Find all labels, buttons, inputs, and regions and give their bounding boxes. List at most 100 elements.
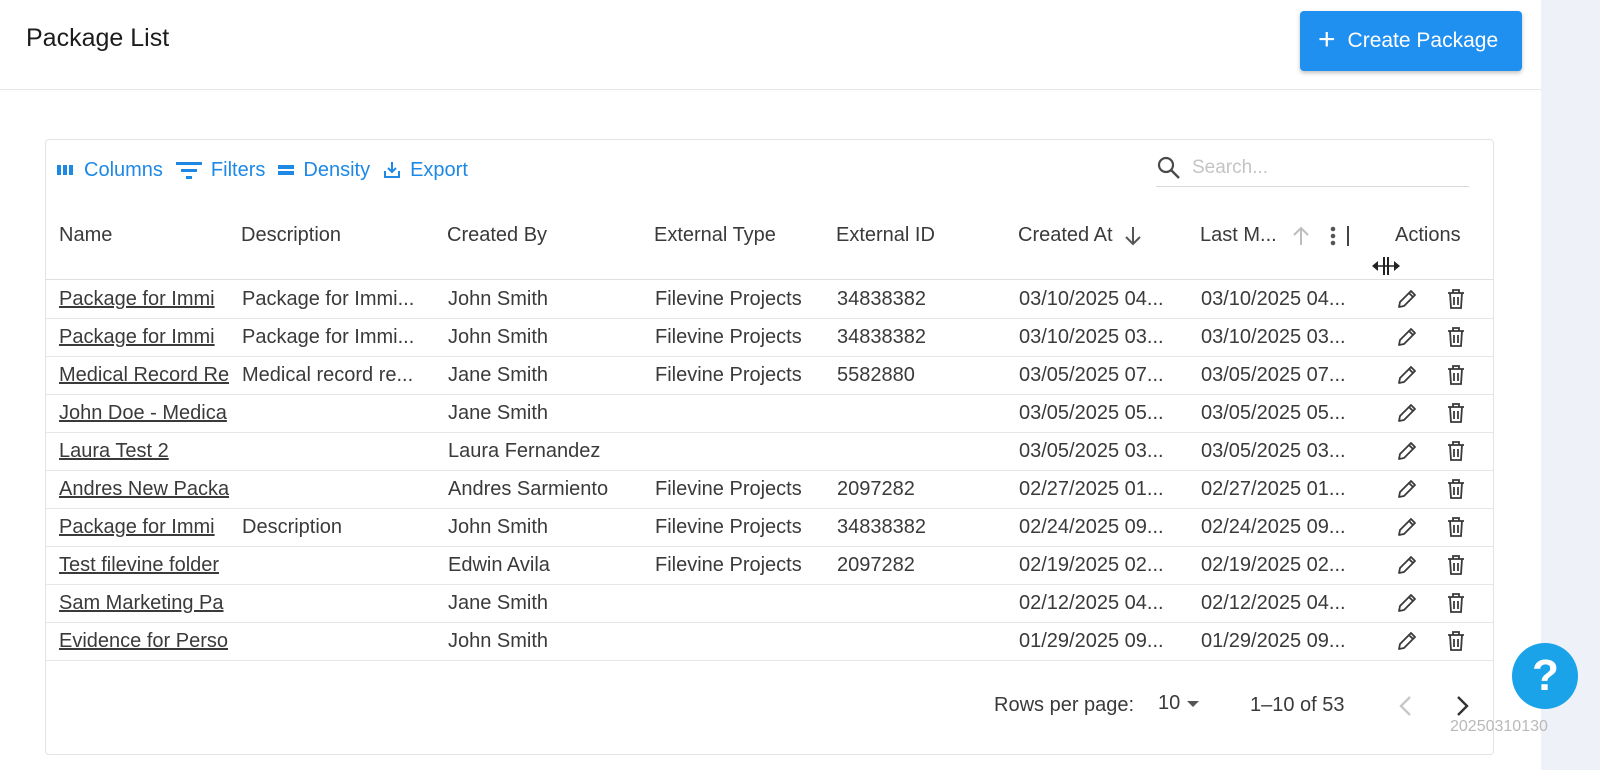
cell-last-modified: 03/05/2025 07... [1201, 364, 1346, 386]
cell-created-at: 03/10/2025 04... [1019, 288, 1164, 310]
cell-name[interactable]: Package for Immi [59, 288, 215, 311]
cell-created-at: 03/05/2025 07... [1019, 364, 1164, 386]
cell-last-modified: 02/24/2025 09... [1201, 516, 1346, 538]
edit-icon[interactable] [1395, 401, 1419, 425]
delete-icon[interactable] [1444, 325, 1468, 349]
table-row[interactable]: Andres New Packa Andres Sarmiento Filevine… [46, 470, 1493, 509]
edit-icon[interactable] [1395, 363, 1419, 387]
cell-created-at: 03/05/2025 03... [1019, 440, 1164, 462]
cell-name[interactable]: Sam Marketing Pa [59, 592, 224, 615]
edit-icon[interactable] [1395, 591, 1419, 615]
search-box[interactable] [1156, 150, 1469, 187]
help-button[interactable]: ? [1512, 643, 1578, 709]
table-row[interactable]: John Doe - Medica Jane Smith 03/05/2025 05… [46, 394, 1493, 433]
cell-name[interactable]: Package for Immi [59, 516, 215, 539]
package-data-grid: Columns Filters Density Export Name Desc… [45, 139, 1494, 755]
column-header-last-modified[interactable]: Last M... [1200, 224, 1349, 247]
previous-page-icon[interactable] [1395, 694, 1417, 718]
cell-external-type: Filevine Projects [655, 478, 802, 500]
export-button[interactable]: Export [382, 159, 468, 182]
delete-icon[interactable] [1444, 401, 1468, 425]
table-row[interactable]: Package for Immi Package for Immi... John … [46, 318, 1493, 357]
cell-created-at: 02/19/2025 02... [1019, 554, 1164, 576]
column-header-name[interactable]: Name [59, 224, 112, 247]
delete-icon[interactable] [1444, 515, 1468, 539]
sort-descending-icon[interactable] [1123, 225, 1143, 247]
cell-name[interactable]: Package for Immi [59, 326, 215, 349]
edit-icon[interactable] [1395, 287, 1419, 311]
density-label: Density [303, 158, 371, 181]
next-page-icon[interactable] [1451, 694, 1473, 718]
cell-last-modified: 02/27/2025 01... [1201, 478, 1346, 500]
pagination-range: 1–10 of 53 [1250, 694, 1345, 716]
table-row[interactable]: Package for Immi Package for Immi... John … [46, 280, 1493, 319]
cell-name[interactable]: Laura Test 2 [59, 440, 169, 463]
cell-created-at: 02/24/2025 09... [1019, 516, 1164, 538]
cell-name[interactable]: Test filevine folder [59, 554, 219, 577]
edit-icon[interactable] [1395, 629, 1419, 653]
cell-name[interactable]: Evidence for Perso [59, 630, 228, 653]
pagination-footer: Rows per page: 10 1–10 of 53 [46, 680, 1493, 730]
column-header-description[interactable]: Description [241, 224, 341, 247]
edit-icon[interactable] [1395, 477, 1419, 501]
table-row[interactable]: Sam Marketing Pa Jane Smith 02/12/2025 04.… [46, 584, 1493, 623]
created-at-label: Created At [1018, 224, 1113, 246]
column-header-external-id[interactable]: External ID [836, 224, 935, 247]
create-package-label: Create Package [1347, 29, 1499, 52]
rows-per-page-label: Rows per page: [994, 694, 1135, 716]
cell-external-id: 34838382 [837, 288, 926, 310]
delete-icon[interactable] [1444, 591, 1468, 615]
cell-description: Medical record re... [242, 364, 414, 386]
cell-created-by: John Smith [448, 630, 549, 652]
table-row[interactable]: Test filevine folder Edwin Avila Filevine … [46, 546, 1493, 585]
cell-external-id: 34838382 [837, 516, 926, 538]
delete-icon[interactable] [1444, 287, 1468, 311]
plus-icon: + [1318, 22, 1336, 56]
cell-created-by: Jane Smith [448, 364, 549, 386]
rows-per-page-select[interactable]: 10 [1158, 692, 1200, 715]
table-row[interactable]: Package for Immi Description John Smith Fil… [46, 508, 1493, 547]
search-input[interactable] [1190, 156, 1464, 180]
cell-name[interactable]: John Doe - Medica [59, 402, 227, 425]
export-label: Export [410, 158, 468, 181]
delete-icon[interactable] [1444, 553, 1468, 577]
table-row[interactable]: Laura Test 2 Laura Fernandez 03/05/2025 03… [46, 432, 1493, 471]
edit-icon[interactable] [1395, 325, 1419, 349]
delete-icon[interactable] [1444, 477, 1468, 501]
cell-created-at: 03/05/2025 05... [1019, 402, 1164, 424]
edit-icon[interactable] [1395, 439, 1419, 463]
caret-down-icon [1187, 700, 1200, 707]
cell-created-by: Jane Smith [448, 402, 549, 424]
table-row[interactable]: Medical Record Re Medical record re... Jan… [46, 356, 1493, 395]
cell-external-id: 2097282 [837, 554, 915, 576]
delete-icon[interactable] [1444, 439, 1468, 463]
filters-button[interactable]: Filters [175, 159, 265, 182]
cell-created-by: Edwin Avila [448, 554, 550, 576]
cell-last-modified: 02/12/2025 04... [1201, 592, 1346, 614]
cell-created-at: 01/29/2025 09... [1019, 630, 1164, 652]
grid-toolbar: Columns Filters Density Export [56, 156, 480, 184]
filter-icon [175, 162, 202, 179]
column-menu-icon[interactable] [1329, 225, 1337, 247]
edit-icon[interactable] [1395, 515, 1419, 539]
search-icon [1157, 156, 1180, 179]
delete-icon[interactable] [1444, 629, 1468, 653]
cell-external-id: 34838382 [837, 326, 926, 348]
table-row[interactable]: Evidence for Perso John Smith 01/29/2025 0… [46, 622, 1493, 661]
sort-ascending-icon[interactable] [1291, 225, 1311, 247]
column-header-created-by[interactable]: Created By [447, 224, 547, 247]
delete-icon[interactable] [1444, 363, 1468, 387]
rows-per-page-value: 10 [1158, 692, 1181, 714]
column-header-created-at[interactable]: Created At [1018, 224, 1143, 247]
cell-last-modified: 03/05/2025 05... [1201, 402, 1346, 424]
page-title: Package List [26, 24, 170, 52]
cell-name[interactable]: Medical Record Re [59, 364, 229, 387]
cell-name[interactable]: Andres New Packa [59, 478, 229, 501]
create-package-button[interactable]: + Create Package [1300, 11, 1522, 71]
density-button[interactable]: Density [277, 159, 370, 182]
column-header-external-type[interactable]: External Type [654, 224, 776, 247]
columns-button[interactable]: Columns [56, 159, 163, 182]
filters-label: Filters [210, 158, 266, 181]
column-separator[interactable] [1346, 225, 1349, 246]
edit-icon[interactable] [1395, 553, 1419, 577]
